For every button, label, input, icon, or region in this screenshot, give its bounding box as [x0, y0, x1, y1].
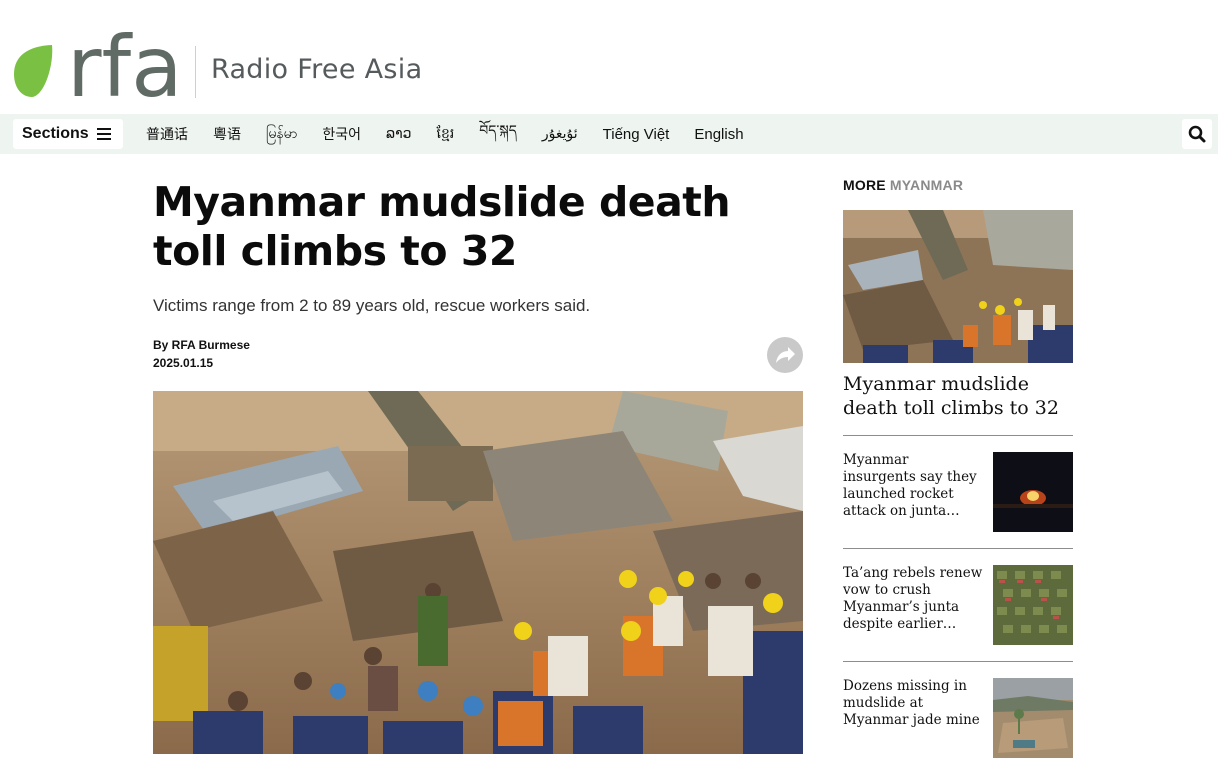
divider [843, 435, 1073, 436]
article-subhead: Victims range from 2 to 89 years old, re… [153, 296, 591, 315]
language-links: 普通话 粵语 မြန်မာ 한국어 ລາວ ខ្មែរ བོད་སྐད ئۇيغ… [146, 114, 769, 154]
lang-link-burmese[interactable]: မြန်မာ [266, 124, 297, 145]
lang-link-cantonese[interactable]: 粵语 [213, 124, 241, 144]
svg-text:rfa: rfa [67, 26, 183, 102]
lang-link-lao[interactable]: ລາວ [386, 126, 412, 142]
sidebar-featured-image[interactable] [843, 210, 1073, 363]
lang-link-vietnamese[interactable]: Tiếng Việt [603, 126, 670, 143]
article-byline[interactable]: By RFA Burmese [153, 338, 250, 352]
article-headline: Myanmar mudslide death toll climbs to 32 [153, 178, 731, 275]
lang-link-mandarin[interactable]: 普通话 [146, 124, 188, 144]
sidebar-featured-link[interactable]: Myanmar mudslide death toll climbs to 32 [843, 372, 1073, 420]
language-nav-bar: Sections 普通话 粵语 မြန်မာ 한국어 ລາວ ខ្មែរ བོད… [0, 114, 1218, 154]
article-hero-image [153, 391, 803, 754]
more-section-heading: MORE MYANMAR [843, 177, 963, 193]
divider [843, 548, 1073, 549]
rfa-logo[interactable]: rfa [12, 26, 184, 102]
sidebar-article-link[interactable]: Ta’ang rebels renew vow to crush Myanmar… [843, 565, 983, 633]
sidebar-article-link[interactable]: Myanmar insurgents say they launched roc… [843, 452, 983, 520]
more-topic-link[interactable]: MYANMAR [890, 177, 963, 193]
lang-link-english[interactable]: English [694, 126, 743, 143]
sections-label: Sections [22, 125, 89, 142]
lang-link-korean[interactable]: 한국어 [322, 124, 361, 144]
lang-link-uyghur[interactable]: ئۇيغۇر [542, 126, 578, 142]
sections-menu-button[interactable]: Sections [13, 119, 123, 149]
divider [843, 661, 1073, 662]
sidebar-article-thumbnail[interactable] [993, 678, 1073, 758]
search-icon [1188, 125, 1206, 143]
more-label: MORE [843, 177, 886, 193]
share-arrow-icon [776, 347, 795, 363]
sidebar-article-link[interactable]: Dozens missing in mudslide at Myanmar ja… [843, 678, 983, 729]
sidebar-article-thumbnail[interactable] [993, 452, 1073, 532]
lang-link-khmer[interactable]: ខ្មែរ [437, 124, 455, 145]
hamburger-menu-icon [96, 128, 111, 140]
share-button[interactable] [767, 337, 803, 373]
search-button[interactable] [1182, 119, 1212, 149]
masthead: rfa Radio Free Asia [0, 0, 1218, 114]
sidebar-article-thumbnail[interactable] [993, 565, 1073, 645]
article-date: 2025.01.15 [153, 356, 214, 370]
lang-link-tibetan[interactable]: བོད་སྐད [479, 114, 517, 154]
site-name: Radio Free Asia [211, 54, 423, 85]
logo-divider [195, 46, 196, 98]
